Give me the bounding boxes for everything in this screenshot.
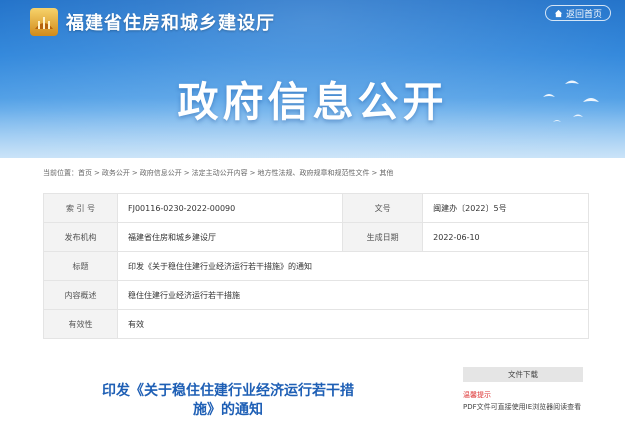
- breadcrumb-item-other[interactable]: 其他: [379, 169, 393, 177]
- docno-label: 文号: [342, 193, 424, 223]
- breadcrumb-separator: >: [249, 169, 256, 177]
- table-row: 有效性 有效: [43, 309, 589, 339]
- tip-text: PDF文件可直接使用IE浏览器阅读查看: [463, 403, 582, 411]
- table-row: 标题 印发《关于稳住住建行业经济运行若干措施》的通知: [43, 251, 589, 281]
- date-value: 2022-06-10: [422, 222, 589, 252]
- tip-label: 温馨提示: [463, 391, 491, 399]
- index-label: 索 引 号: [43, 193, 118, 223]
- file-download-button[interactable]: 文件下载: [463, 367, 583, 382]
- breadcrumb-item-gov-info[interactable]: 政府信息公开: [140, 169, 182, 177]
- home-button-label: 返回首页: [565, 9, 602, 20]
- site-logo[interactable]: 福建省住房和城乡建设厅: [30, 8, 275, 36]
- table-row: 索 引 号 FJ00116-0230-2022-00090 文号 闽建办〔202…: [43, 193, 589, 223]
- table-row: 内容概述 稳住住建行业经济运行若干措施: [43, 280, 589, 310]
- docno-value: 闽建办〔2022〕5号: [422, 193, 589, 223]
- header-banner: 福建省住房和城乡建设厅 返回首页 政府信息公开: [0, 0, 625, 158]
- home-icon: [554, 9, 563, 17]
- summary-label: 内容概述: [43, 280, 118, 310]
- breadcrumb: 当前位置：首页 > 政务公开 > 政府信息公开 > 法定主动公开内容 > 地方性法规、政府规章和…: [43, 168, 393, 178]
- site-name: 福建省住房和城乡建设厅: [66, 13, 275, 34]
- title-label: 标题: [43, 251, 118, 281]
- breadcrumb-separator: >: [183, 169, 190, 177]
- document-title-line: 印发《关于稳住住建行业经济运行若干措: [102, 383, 354, 399]
- emblem-icon: [30, 8, 58, 36]
- date-label: 生成日期: [342, 222, 424, 252]
- breadcrumb-separator: >: [371, 169, 378, 177]
- breadcrumb-item-home[interactable]: 首页: [78, 169, 92, 177]
- document-info-table: 索 引 号 FJ00116-0230-2022-00090 文号 闽建办〔202…: [43, 193, 589, 339]
- index-value: FJ00116-0230-2022-00090: [116, 193, 344, 223]
- breadcrumb-prefix: 当前位置：: [43, 169, 78, 177]
- breadcrumb-item-regulations[interactable]: 地方性法规、政府规章和规范性文件: [258, 169, 370, 177]
- main-content: 当前位置：首页 > 政务公开 > 政府信息公开 > 法定主动公开内容 > 地方性法规、政府规章和…: [33, 160, 593, 426]
- breadcrumb-item-statutory[interactable]: 法定主动公开内容: [192, 169, 248, 177]
- table-row: 发布机构 福建省住房和城乡建设厅 生成日期 2022-06-10: [43, 222, 589, 252]
- breadcrumb-separator: >: [131, 169, 138, 177]
- home-button[interactable]: 返回首页: [544, 5, 611, 21]
- birds-decoration-icon: [543, 80, 599, 122]
- download-panel: 文件下载 温馨提示 PDF文件可直接使用IE浏览器阅读查看: [463, 367, 583, 412]
- org-label: 发布机构: [43, 222, 118, 252]
- banner-title: 政府信息公开: [177, 78, 448, 126]
- validity-label: 有效性: [43, 309, 118, 339]
- summary-value: 稳住住建行业经济运行若干措施: [117, 280, 589, 310]
- document-title-line: 施》的通知: [193, 402, 263, 418]
- breadcrumb-item-public-affairs[interactable]: 政务公开: [102, 169, 130, 177]
- title-value: 印发《关于稳住住建行业经济运行若干措施》的通知: [117, 251, 589, 281]
- validity-value: 有效: [117, 309, 589, 339]
- breadcrumb-separator: >: [94, 169, 100, 177]
- document-title: 印发《关于稳住住建行业经济运行若干措 施》的通知: [83, 382, 373, 420]
- org-value: 福建省住房和城乡建设厅: [116, 222, 344, 252]
